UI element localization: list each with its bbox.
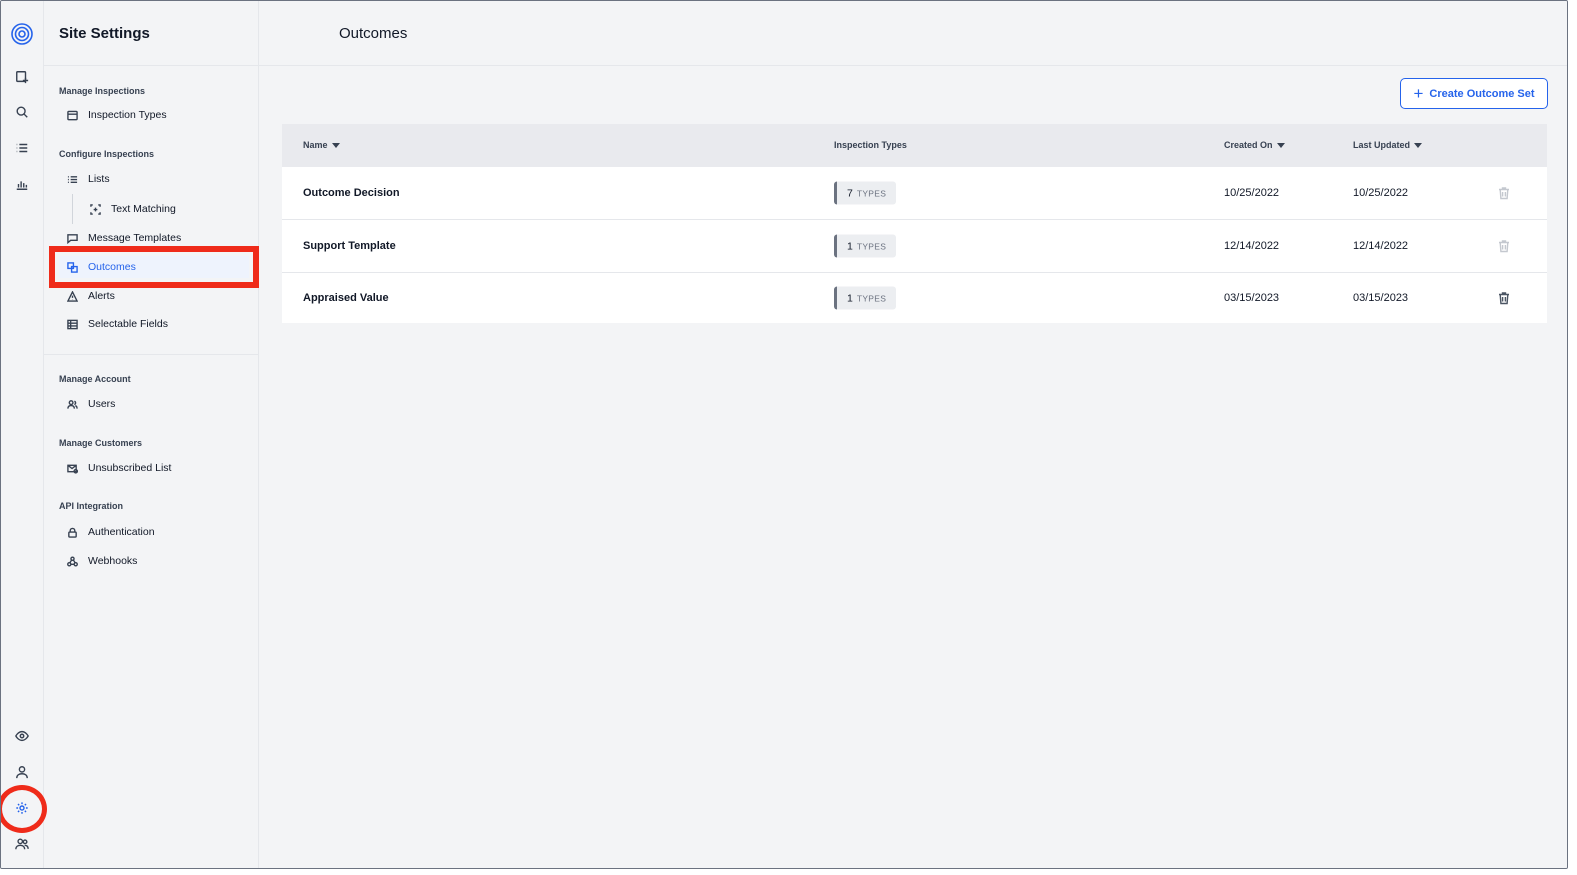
sidebar-title: Site Settings: [59, 25, 150, 42]
sidebar-item-text-matching[interactable]: Text Matching: [82, 198, 249, 220]
table-icon: [66, 318, 78, 330]
user-icon[interactable]: [13, 763, 31, 781]
list-icon: [66, 173, 78, 185]
trash-icon[interactable]: [1497, 186, 1511, 200]
table-header: Name Inspection Types Created On Last Up…: [282, 124, 1547, 167]
types-count: 1: [847, 292, 853, 304]
users-icon: [66, 398, 78, 410]
page-header: Outcomes: [259, 1, 1567, 66]
types-label: TYPES: [856, 188, 887, 198]
outcome-name[interactable]: Outcome Decision: [303, 187, 400, 199]
tree-connector: [72, 194, 73, 224]
types-label: TYPES: [856, 293, 887, 303]
section-label-manage-inspections: Manage Inspections: [59, 86, 146, 96]
sidebar-item-users[interactable]: Users: [59, 393, 249, 415]
table-row[interactable]: Support Template 1 TYPES 12/14/2022 12/1…: [282, 220, 1547, 273]
search-icon[interactable]: [13, 103, 31, 121]
chart-icon[interactable]: [13, 175, 31, 193]
section-label-api-integration: API Integration: [59, 501, 124, 511]
outcome-name[interactable]: Support Template: [303, 240, 396, 252]
column-header-created-on[interactable]: Created On: [1224, 140, 1285, 150]
sort-caret-icon: [1276, 142, 1285, 148]
sort-caret-icon: [1414, 142, 1423, 148]
logo-icon[interactable]: [10, 22, 34, 46]
table-row[interactable]: Outcome Decision 7 TYPES 10/25/2022 10/2…: [282, 167, 1547, 220]
sidebar-item-label: Unsubscribed List: [88, 462, 172, 474]
sidebar-item-outcomes[interactable]: Outcomes: [59, 256, 249, 278]
sidebar-item-label: Alerts: [88, 290, 115, 302]
outcomes-table: Name Inspection Types Created On Last Up…: [282, 124, 1547, 323]
types-badge[interactable]: 1 TYPES: [834, 234, 897, 258]
sidebar-item-authentication[interactable]: Authentication: [59, 521, 249, 543]
settings-sidebar: Site Settings Manage Inspections Inspect…: [44, 1, 259, 868]
last-updated: 10/25/2022: [1353, 187, 1409, 199]
column-header-name[interactable]: Name: [303, 140, 340, 150]
column-header-label: Inspection Types: [834, 140, 907, 150]
last-updated: 03/15/2023: [1353, 292, 1409, 304]
created-on: 12/14/2022: [1224, 240, 1280, 252]
column-header-last-updated[interactable]: Last Updated: [1353, 140, 1423, 150]
trash-icon[interactable]: [1497, 291, 1511, 305]
types-badge[interactable]: 7 TYPES: [834, 181, 897, 205]
sidebar-item-label: Authentication: [88, 526, 155, 538]
new-inspection-icon[interactable]: [13, 68, 31, 86]
app-window: Site Settings Manage Inspections Inspect…: [0, 0, 1568, 869]
message-icon: [66, 232, 78, 244]
team-icon[interactable]: [13, 835, 31, 853]
section-label-configure-inspections: Configure Inspections: [59, 149, 155, 159]
sidebar-item-label: Selectable Fields: [88, 318, 168, 330]
webhook-icon: [66, 555, 78, 567]
sidebar-item-unsubscribed-list[interactable]: Unsubscribed List: [59, 457, 249, 479]
section-label-manage-account: Manage Account: [59, 374, 131, 384]
calendar-icon: [66, 109, 78, 121]
types-count: 7: [847, 187, 853, 199]
section-label-manage-customers: Manage Customers: [59, 438, 143, 448]
sidebar-divider: [44, 65, 259, 66]
mail-block-icon: [66, 462, 78, 474]
outcomes-icon: [66, 261, 78, 273]
settings-gear-icon[interactable]: [13, 799, 31, 817]
sidebar-section-divider: [44, 354, 259, 355]
warning-icon: [66, 290, 78, 302]
lock-icon: [66, 526, 78, 538]
created-on: 10/25/2022: [1224, 187, 1280, 199]
sidebar-item-label: Users: [88, 398, 116, 410]
sort-caret-icon: [331, 142, 340, 148]
sidebar-item-label: Inspection Types: [88, 109, 167, 121]
sidebar-item-message-templates[interactable]: Message Templates: [59, 227, 249, 249]
table-row[interactable]: Appraised Value 1 TYPES 03/15/2023 03/15…: [282, 273, 1547, 323]
create-outcome-set-button[interactable]: + Create Outcome Set: [1400, 78, 1548, 109]
types-count: 1: [847, 240, 853, 252]
sidebar-item-alerts[interactable]: Alerts: [59, 285, 249, 307]
trash-icon[interactable]: [1497, 239, 1511, 253]
sidebar-item-inspection-types[interactable]: Inspection Types: [59, 104, 249, 126]
eye-icon[interactable]: [13, 727, 31, 745]
sidebar-item-selectable-fields[interactable]: Selectable Fields: [59, 313, 249, 335]
plus-icon: +: [1413, 84, 1424, 103]
sidebar-item-label: Lists: [88, 173, 110, 185]
column-header-label: Name: [303, 140, 328, 150]
column-header-inspection-types: Inspection Types: [834, 140, 907, 150]
icon-rail: [1, 1, 44, 868]
sidebar-item-webhooks[interactable]: Webhooks: [59, 550, 249, 572]
column-header-label: Created On: [1224, 140, 1273, 150]
column-header-label: Last Updated: [1353, 140, 1411, 150]
types-badge[interactable]: 1 TYPES: [834, 286, 897, 310]
sidebar-item-label: Message Templates: [88, 232, 182, 244]
create-button-label: Create Outcome Set: [1429, 87, 1535, 100]
list-icon[interactable]: [13, 139, 31, 157]
sidebar-item-lists[interactable]: Lists: [59, 168, 249, 190]
sidebar-item-label: Outcomes: [88, 261, 136, 273]
text-scan-icon: [89, 203, 101, 215]
page-title: Outcomes: [339, 25, 408, 42]
types-label: TYPES: [856, 241, 887, 251]
sidebar-item-label: Text Matching: [111, 203, 176, 215]
outcome-name[interactable]: Appraised Value: [303, 292, 389, 304]
last-updated: 12/14/2022: [1353, 240, 1409, 252]
sidebar-item-label: Webhooks: [88, 555, 138, 567]
created-on: 03/15/2023: [1224, 292, 1280, 304]
main-content: Outcomes + Create Outcome Set Name Inspe…: [259, 1, 1567, 868]
